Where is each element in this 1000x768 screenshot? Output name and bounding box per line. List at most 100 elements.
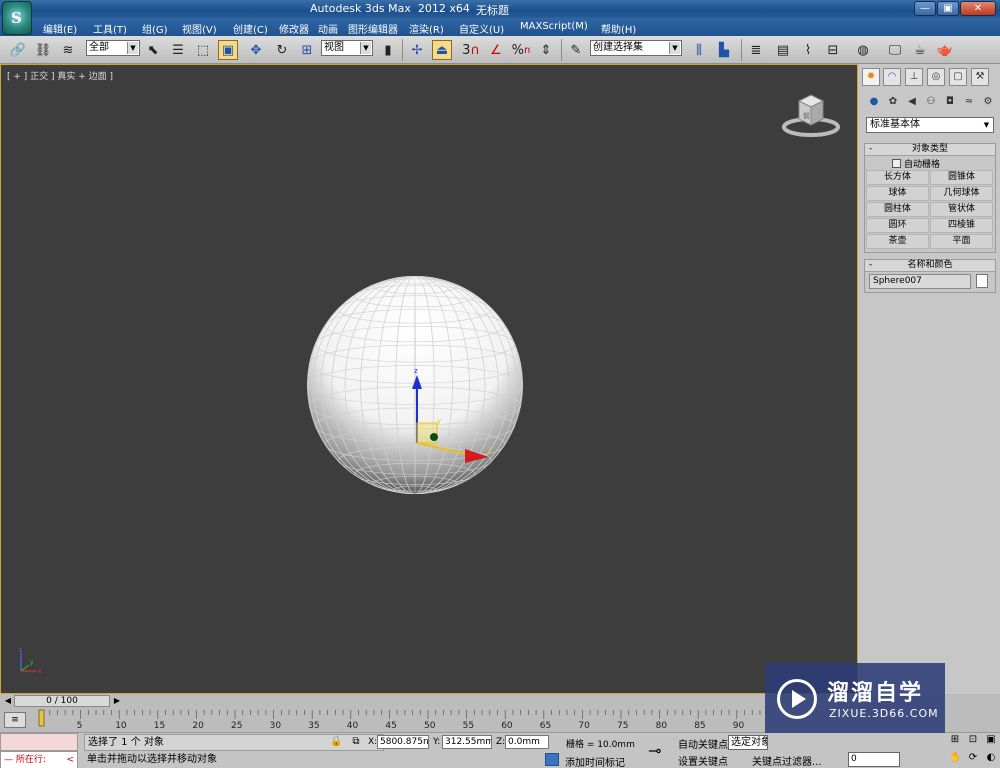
- create-tab-icon[interactable]: ✹: [862, 68, 880, 86]
- percent-snap-icon[interactable]: % n: [511, 40, 531, 60]
- zoom-extents-icon[interactable]: ⊞: [949, 734, 961, 746]
- torus-button[interactable]: 圆环: [866, 218, 929, 233]
- shapes-icon[interactable]: ✿: [885, 94, 901, 110]
- absolute-mode-icon[interactable]: ⧉: [350, 736, 362, 748]
- menu-edit[interactable]: 编辑(E): [43, 21, 77, 36]
- cameras-icon[interactable]: ⚇: [923, 94, 939, 110]
- primitive-type-dropdown[interactable]: 标准基本体 ▼: [866, 117, 994, 133]
- utilities-tab-icon[interactable]: ⚒: [971, 68, 989, 86]
- unlink-icon[interactable]: ⛓: [33, 40, 53, 60]
- render-production-icon[interactable]: 🫖: [935, 40, 955, 60]
- teapot-button[interactable]: 茶壶: [866, 234, 929, 249]
- time-slider-thumb[interactable]: 0 / 100: [14, 695, 110, 707]
- sphere-button[interactable]: 球体: [866, 186, 929, 201]
- schematic-view-icon[interactable]: ⊟: [823, 40, 843, 60]
- rendered-frame-window-icon[interactable]: ☕: [910, 40, 930, 60]
- angle-snap-icon[interactable]: ∠: [486, 40, 506, 60]
- maximize-button[interactable]: ▣: [937, 1, 959, 16]
- object-type-header[interactable]: - 对象类型: [865, 144, 995, 156]
- mirror-icon[interactable]: ⫼: [689, 40, 709, 60]
- window-crossing-icon[interactable]: ▣: [218, 40, 238, 60]
- bind-spacewarp-icon[interactable]: ≋: [58, 40, 78, 60]
- next-frame-icon[interactable]: ▶: [111, 695, 123, 707]
- material-editor-icon[interactable]: ◍: [853, 40, 873, 60]
- spinner-snap-icon[interactable]: ⇕: [536, 40, 556, 60]
- y-coord-field[interactable]: 312.55mm: [442, 735, 492, 749]
- ref-coord-dropdown[interactable]: 视图 ▼: [321, 40, 373, 56]
- 3dsmax-logo-icon[interactable]: S: [2, 1, 32, 35]
- menu-group[interactable]: 组(G): [142, 21, 168, 36]
- sphere-object[interactable]: z x y: [291, 273, 551, 523]
- viewport-label[interactable]: [ + ] 正交 ] 真实 + 边面 ]: [7, 69, 113, 82]
- orbit-icon[interactable]: ⟳: [967, 752, 979, 764]
- running-line[interactable]: — 所在行: <: [0, 751, 78, 768]
- lights-icon[interactable]: ◀: [904, 94, 920, 110]
- geosphere-button[interactable]: 几何球体: [930, 186, 993, 201]
- zoom-all-icon[interactable]: ⊡: [967, 734, 979, 746]
- current-frame-marker[interactable]: [38, 709, 45, 727]
- box-button[interactable]: 长方体: [866, 170, 929, 185]
- z-coord-field[interactable]: 0.0mm: [505, 735, 549, 749]
- key-filters-button[interactable]: 关键点过滤器...: [752, 753, 822, 768]
- tube-button[interactable]: 管状体: [930, 202, 993, 217]
- pyramid-button[interactable]: 四棱锥: [930, 218, 993, 233]
- rect-selection-icon[interactable]: ⬚: [193, 40, 213, 60]
- key-selection-dropdown[interactable]: 选定对象: [728, 735, 768, 750]
- name-color-header[interactable]: - 名称和颜色: [865, 260, 995, 272]
- prev-frame-icon[interactable]: ◀: [2, 695, 14, 707]
- object-name-field[interactable]: Sphere007: [869, 274, 971, 289]
- menu-tools[interactable]: 工具(T): [93, 21, 127, 36]
- close-button[interactable]: ✕: [960, 1, 996, 16]
- add-time-tag-button[interactable]: 添加时间标记: [565, 754, 625, 768]
- modify-tab-icon[interactable]: ◠: [883, 68, 901, 86]
- menu-modifiers[interactable]: 修改器: [279, 21, 309, 36]
- select-move-icon[interactable]: ✥: [246, 40, 266, 60]
- select-by-name-icon[interactable]: ☰: [168, 40, 188, 60]
- snap-toggle-icon[interactable]: 3 ∩: [461, 40, 481, 60]
- keyboard-shortcut-override-icon[interactable]: ⏏: [432, 40, 452, 60]
- select-rotate-icon[interactable]: ↻: [272, 40, 292, 60]
- auto-key-button[interactable]: 自动关键点: [678, 736, 728, 751]
- cylinder-button[interactable]: 圆柱体: [866, 202, 929, 217]
- menu-maxscript[interactable]: MAXScript(M): [520, 21, 588, 32]
- perspective-viewport[interactable]: [ + ] 正交 ] 真实 + 边面 ] 前 z x y z x y: [0, 64, 858, 694]
- object-color-swatch[interactable]: [976, 274, 988, 288]
- menu-create[interactable]: 创建(C): [233, 21, 268, 36]
- time-tag-icon[interactable]: [545, 753, 559, 766]
- hierarchy-tab-icon[interactable]: ⊥: [905, 68, 923, 86]
- select-manipulate-icon[interactable]: ✢: [407, 40, 427, 60]
- pan-icon[interactable]: ✋: [949, 752, 961, 764]
- selection-filter-dropdown[interactable]: 全部 ▼: [86, 40, 140, 56]
- named-selection-dropdown[interactable]: 创建选择集 ▼: [590, 40, 682, 56]
- helpers-icon[interactable]: ◘: [942, 94, 958, 110]
- minimize-button[interactable]: —: [914, 1, 936, 16]
- systems-icon[interactable]: ⚙: [980, 94, 996, 110]
- menu-rendering[interactable]: 渲染(R): [409, 21, 444, 36]
- fov-icon[interactable]: ◐: [985, 752, 997, 764]
- graphite-ribbon-icon[interactable]: ▤: [773, 40, 793, 60]
- motion-tab-icon[interactable]: ◎: [927, 68, 945, 86]
- lock-icon[interactable]: 🔒: [330, 736, 342, 748]
- key-icon[interactable]: ⊸: [648, 741, 661, 760]
- autogrid-checkbox[interactable]: 自动栅格: [892, 157, 940, 170]
- menu-animation[interactable]: 动画: [318, 21, 338, 36]
- cone-button[interactable]: 圆锥体: [930, 170, 993, 185]
- spacewarps-icon[interactable]: ≈: [961, 94, 977, 110]
- pivot-center-icon[interactable]: ▮: [378, 40, 398, 60]
- edit-named-selection-icon[interactable]: ✎: [566, 40, 586, 60]
- layer-manager-icon[interactable]: ≣: [746, 40, 766, 60]
- current-frame-field[interactable]: 0: [848, 752, 900, 767]
- menu-graph-editors[interactable]: 图形编辑器: [348, 21, 398, 36]
- menu-views[interactable]: 视图(V): [182, 21, 217, 36]
- display-tab-icon[interactable]: ▢: [949, 68, 967, 86]
- menu-customize[interactable]: 自定义(U): [459, 21, 504, 36]
- x-coord-field[interactable]: 5800.875n: [377, 735, 429, 749]
- track-ruler[interactable]: 5 10 15 20 25 30 35 40 45 50 55 60 65 70 75 80 85 90: [36, 708, 766, 732]
- plane-button[interactable]: 平面: [930, 234, 993, 249]
- curve-editor-mini-icon[interactable]: ≡: [4, 712, 26, 728]
- curve-editor-icon[interactable]: ⌇: [798, 40, 818, 60]
- render-setup-icon[interactable]: 🖵: [885, 40, 905, 60]
- geometry-icon[interactable]: ●: [866, 94, 882, 110]
- maxscript-listener[interactable]: [0, 733, 78, 751]
- menu-help[interactable]: 帮助(H): [601, 21, 636, 36]
